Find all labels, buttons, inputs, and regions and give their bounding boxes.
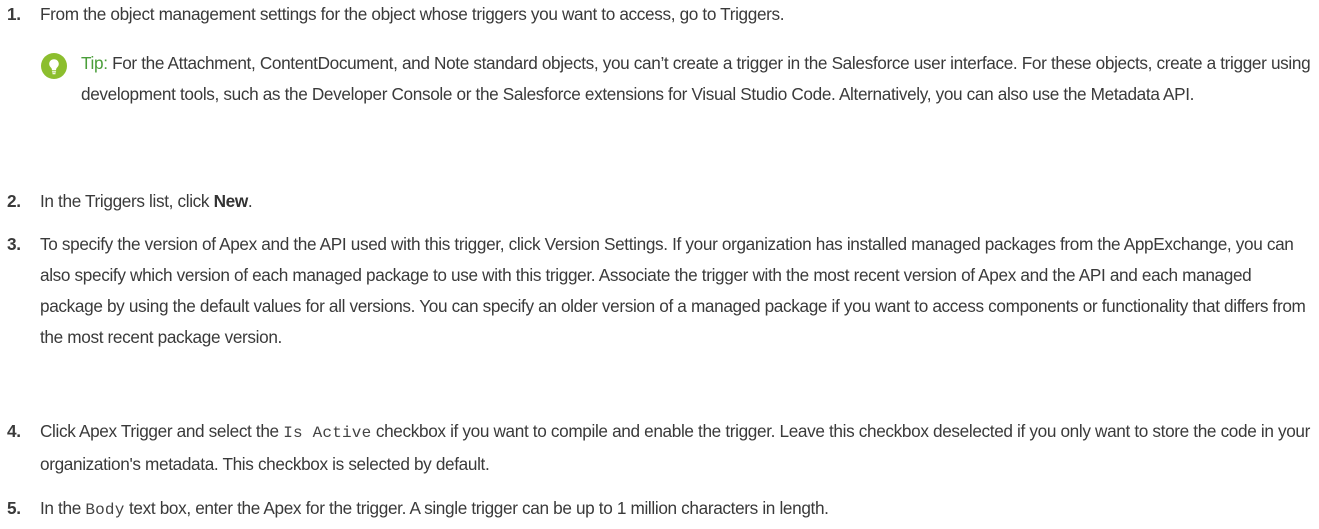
step-number: 4. [7,421,21,441]
tip-text-block: Tip: For the Attachment, ContentDocument… [81,48,1311,110]
body-code: Body [85,501,125,519]
step-number: 5. [7,498,21,518]
step-text: From the object management settings for … [40,4,785,24]
step-number: 1. [7,4,21,24]
steps-list: 1. From the object management settings f… [0,0,1319,529]
step-text-end: . [247,191,253,211]
step-text: Click Apex Trigger and select the Is Act… [40,416,1310,480]
tip-label: Tip: [81,53,108,73]
step-text: To specify the version of Apex and the A… [40,234,1306,347]
new-button-reference: New [213,191,249,211]
is-active-code: Is Active [283,424,372,442]
lightbulb-icon [41,53,67,79]
step-text-start: In the Triggers list, click [40,191,214,211]
step-text-start: In the [40,498,86,518]
tip-text: For the Attachment, ContentDocument, and… [81,53,1311,104]
step-text: In the Body text box, enter the Apex for… [40,493,1310,526]
step-number: 3. [7,234,21,254]
step-text-end: text box, enter the Apex for the trigger… [124,498,829,518]
step-text-start: Click Apex Trigger and select the [40,421,284,441]
step-text: In the Triggers list, click New. [40,186,1310,217]
step-number: 2. [7,191,21,211]
